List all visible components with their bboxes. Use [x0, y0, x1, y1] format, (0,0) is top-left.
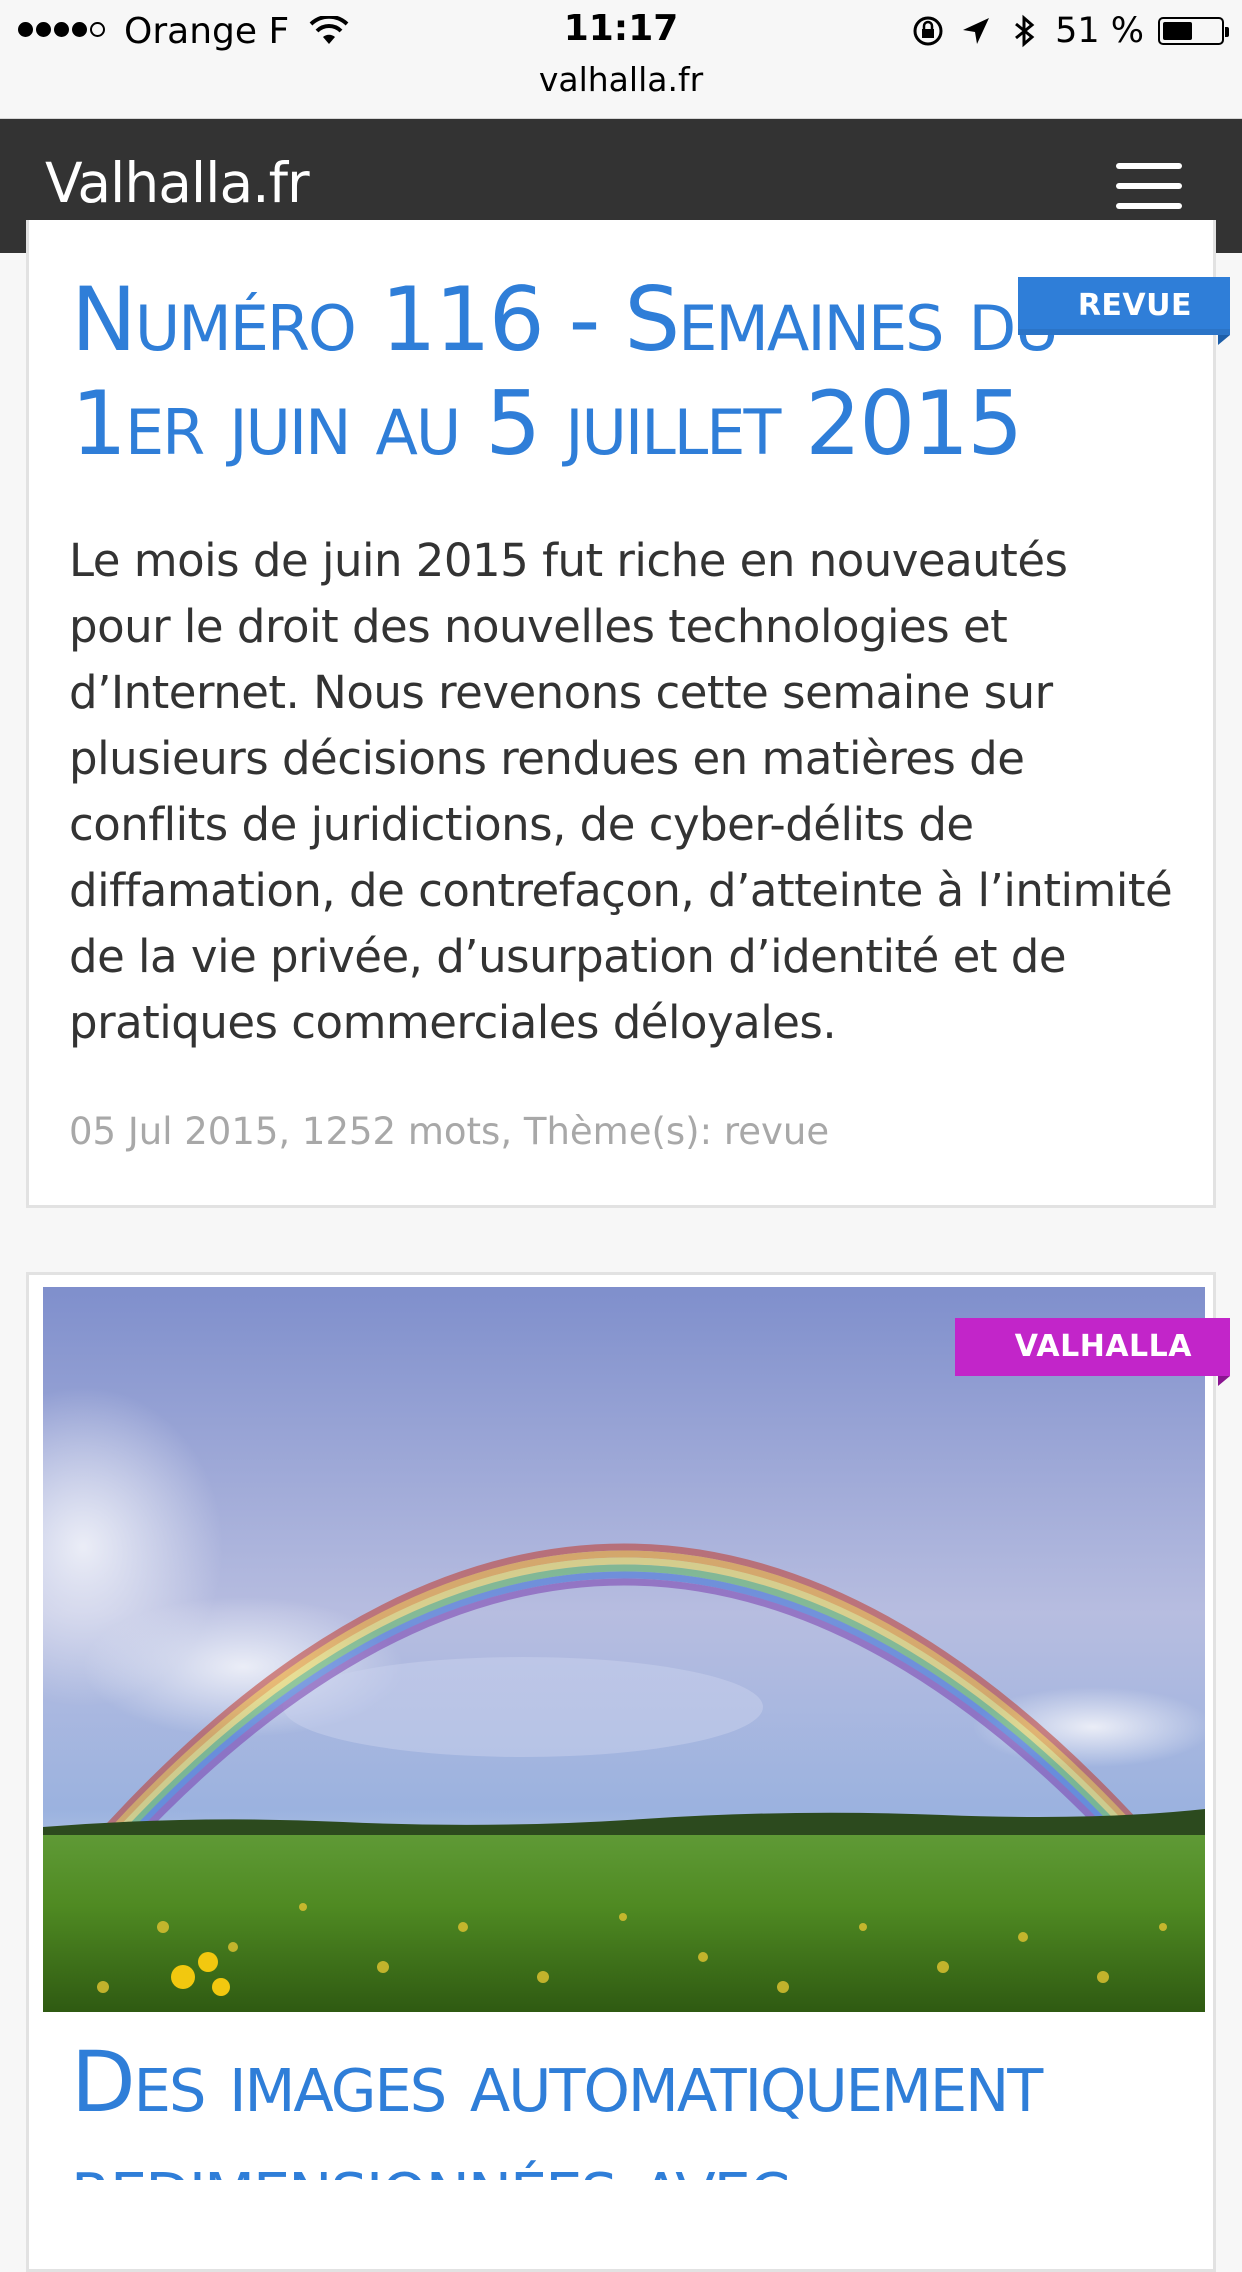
- post-excerpt: Le mois de juin 2015 fut riche en nouvea…: [69, 534, 1173, 1049]
- address-url[interactable]: valhalla.fr: [0, 60, 1242, 99]
- battery-icon: [1158, 17, 1229, 45]
- status-bar: Orange F 11:17 valhalla.fr 51 %: [0, 0, 1242, 119]
- post-card: Des images automatiquement redimensionné…: [26, 1272, 1216, 2272]
- battery-level: [1163, 22, 1192, 40]
- bluetooth-icon: [1015, 14, 1035, 48]
- category-badge-revue[interactable]: REVUE: [1017, 277, 1230, 345]
- hamburger-menu-button[interactable]: [1114, 159, 1184, 213]
- category-label: VALHALLA: [1014, 1329, 1192, 1364]
- category-badge-valhalla[interactable]: VALHALLA: [954, 1318, 1230, 1386]
- status-right: 51 %: [911, 10, 1229, 52]
- location-arrow-icon: [963, 18, 990, 44]
- post-card: Numéro 116 - Semaines du 1er juin au 5 j…: [26, 220, 1216, 1208]
- battery-percent: 51 %: [1055, 11, 1144, 51]
- post-meta: 05 Jul 2015, 1252 mots, Thème(s): revue: [69, 1110, 830, 1153]
- post-title[interactable]: Numéro 116 - Semaines du 1er juin au 5 j…: [71, 268, 1131, 476]
- rotation-lock-icon: [913, 16, 943, 46]
- post-title[interactable]: Des images automatiquement redimensionné…: [71, 2030, 1131, 2180]
- post-image[interactable]: [43, 1287, 1205, 2012]
- site-brand[interactable]: Valhalla.fr: [45, 151, 310, 215]
- category-label: REVUE: [1077, 288, 1192, 323]
